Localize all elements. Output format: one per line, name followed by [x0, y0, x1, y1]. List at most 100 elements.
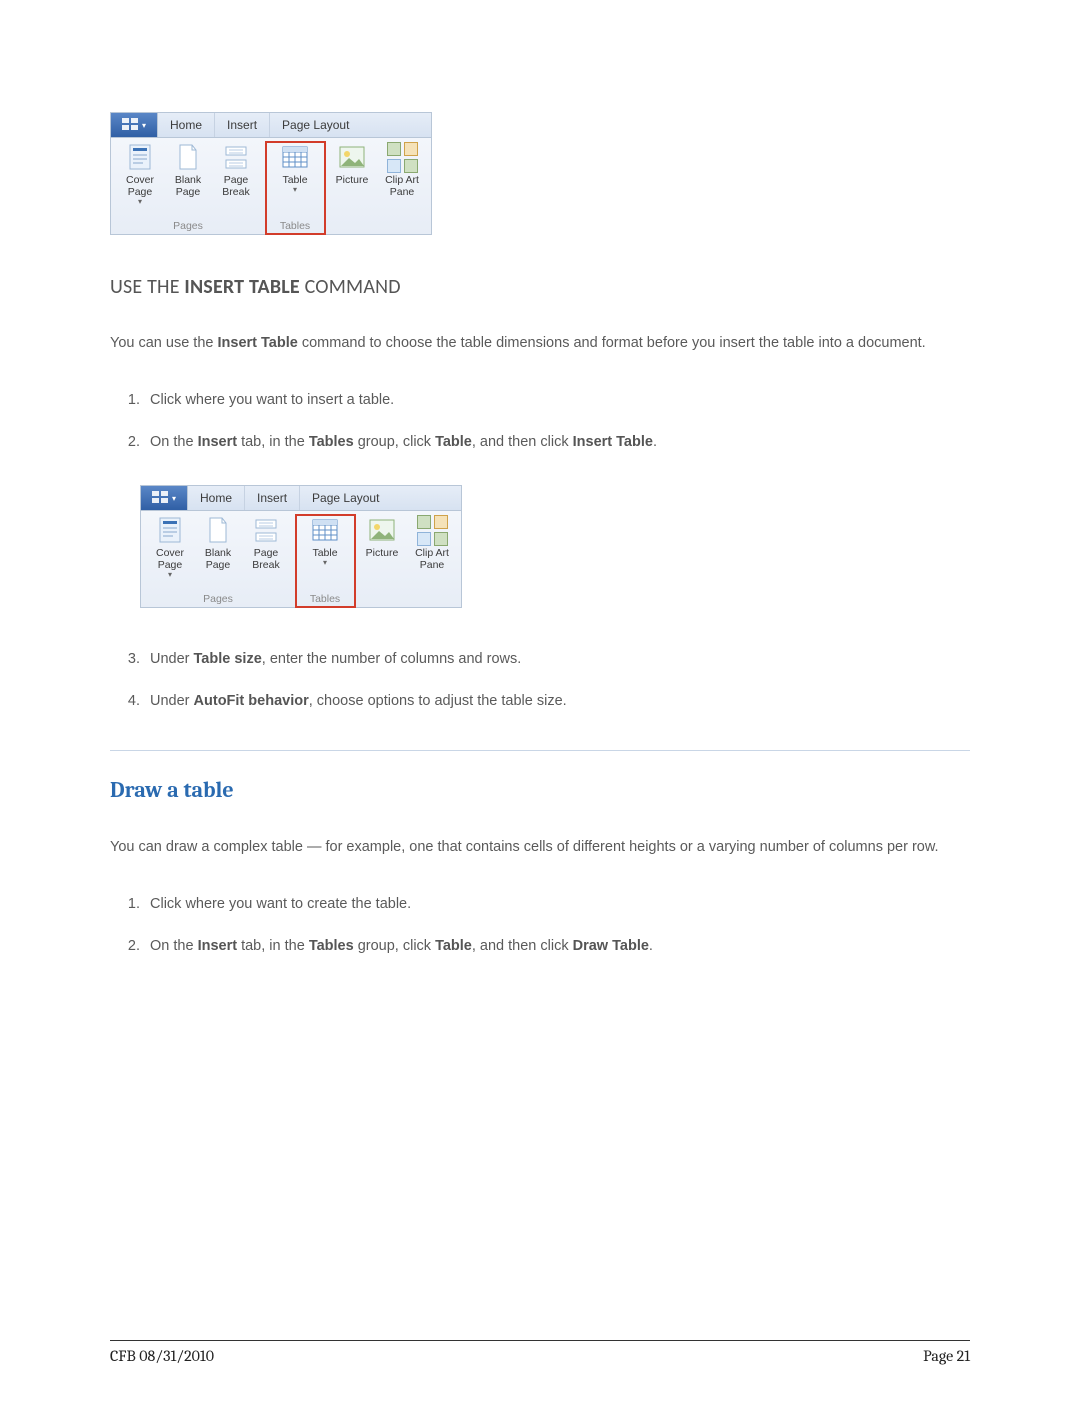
picture-button[interactable]: Picture: [358, 515, 406, 571]
body-text: group, click: [354, 434, 435, 450]
body-text: On the: [150, 434, 198, 450]
chevron-down-icon: ▾: [323, 559, 327, 567]
clip-art-label: Clip Art Pane: [415, 547, 449, 571]
blank-page-icon: [205, 517, 231, 543]
page-break-button[interactable]: Page Break: [212, 142, 260, 206]
group-label-pages: Pages: [203, 593, 233, 607]
clip-art-button[interactable]: Clip Art Pane: [406, 515, 458, 571]
group-label-tables: Tables: [280, 220, 310, 234]
body-text: , enter the number of columns and rows.: [262, 651, 522, 667]
blank-page-button[interactable]: Blank Page: [194, 515, 242, 579]
cover-page-button[interactable]: Cover Page ▾: [116, 142, 164, 206]
chevron-down-icon: ▾: [168, 571, 172, 579]
list-item: On the Insert tab, in the Tables group, …: [144, 421, 970, 463]
cover-page-label: Cover Page: [156, 547, 184, 571]
group-label-pages: Pages: [173, 220, 203, 234]
body-bold: AutoFit behavior: [194, 693, 309, 709]
chevron-down-icon: ▾: [138, 198, 142, 206]
blank-page-label: Blank Page: [205, 547, 231, 571]
body-text: Click where you want to insert a table.: [150, 392, 394, 408]
body-bold: Table: [435, 434, 472, 450]
table-button[interactable]: Table ▾: [301, 515, 349, 567]
body-bold: Table: [435, 938, 472, 954]
picture-label: Picture: [366, 547, 399, 559]
chevron-down-icon: ▾: [172, 494, 176, 503]
body-text: Click where you want to create the table…: [150, 896, 411, 912]
office-icon: [152, 491, 170, 505]
cover-page-icon: [127, 144, 153, 170]
blank-page-icon: [175, 144, 201, 170]
ribbon-group-tables: Table ▾ Tables: [296, 515, 355, 607]
list-item: On the Insert tab, in the Tables group, …: [144, 925, 970, 967]
ribbon-group-illustrations: Picture Clip Art Pane: [325, 142, 431, 234]
body-bold: Draw Table: [573, 938, 649, 954]
ribbon-tabs: ▾ Home Insert Page Layout: [141, 486, 461, 511]
body-text: .: [653, 434, 657, 450]
blank-page-button[interactable]: Blank Page: [164, 142, 212, 206]
ribbon-group-pages: Cover Page ▾ Blank Page: [141, 515, 296, 607]
table-button[interactable]: Table ▾: [271, 142, 319, 194]
blank-page-label: Blank Page: [175, 174, 201, 198]
ribbon-body: Cover Page ▾ Blank Page: [111, 138, 431, 234]
office-button[interactable]: ▾: [111, 113, 158, 137]
cover-page-icon: [157, 517, 183, 543]
heading-text: COMMAND: [300, 275, 401, 299]
tab-page-layout[interactable]: Page Layout: [300, 486, 391, 510]
page-break-label: Page Break: [252, 547, 279, 571]
body-bold: Table size: [194, 651, 262, 667]
body-bold: Tables: [309, 434, 354, 450]
clip-art-icon: [419, 517, 445, 543]
picture-label: Picture: [336, 174, 369, 186]
cover-page-label: Cover Page: [126, 174, 154, 198]
ribbon-group-pages: Cover Page ▾ Blank Page: [111, 142, 266, 234]
tab-insert[interactable]: Insert: [245, 486, 300, 510]
group-label-tables: Tables: [310, 593, 340, 607]
page-break-button[interactable]: Page Break: [242, 515, 290, 579]
page-footer: CFB 08/31/2010 Page 21: [110, 1340, 970, 1365]
table-icon: [312, 517, 338, 543]
footer-right: Page 21: [923, 1347, 970, 1365]
ribbon-body: Cover Page ▾ Blank Page: [141, 511, 461, 607]
cover-page-button[interactable]: Cover Page ▾: [146, 515, 194, 579]
body-bold: Tables: [309, 938, 354, 954]
body-text: On the: [150, 938, 198, 954]
body-text: , and then click: [472, 938, 573, 954]
clip-art-label: Clip Art Pane: [385, 174, 419, 198]
body-text: tab, in the: [237, 938, 309, 954]
body-text: , choose options to adjust the table siz…: [309, 693, 567, 709]
list-item: Click where you want to insert a table.: [144, 379, 970, 421]
footer-left: CFB 08/31/2010: [110, 1347, 214, 1365]
tab-home[interactable]: Home: [158, 113, 215, 137]
table-icon: [282, 144, 308, 170]
page-break-icon: [253, 517, 279, 543]
tab-page-layout[interactable]: Page Layout: [270, 113, 361, 137]
list-item: Under Table size, enter the number of co…: [144, 638, 970, 680]
instruction-list-1: Click where you want to insert a table. …: [110, 379, 970, 463]
tab-insert[interactable]: Insert: [215, 113, 270, 137]
office-button[interactable]: ▾: [141, 486, 188, 510]
body-text: Under: [150, 651, 194, 667]
body-text: Under: [150, 693, 194, 709]
page-break-icon: [223, 144, 249, 170]
heading-bold: INSERT TABLE: [184, 275, 299, 299]
body-bold: Insert Table: [573, 434, 653, 450]
intro-paragraph-2: You can draw a complex table — for examp…: [110, 833, 970, 861]
group-label-illustrations: [407, 593, 410, 607]
body-text: command to choose the table dimensions a…: [298, 335, 926, 351]
picture-button[interactable]: Picture: [328, 142, 376, 198]
body-text: group, click: [354, 938, 435, 954]
instruction-list-2: Click where you want to create the table…: [110, 883, 970, 967]
body-bold: Insert Table: [218, 335, 298, 351]
body-text: , and then click: [472, 434, 573, 450]
heading-text: USE THE: [110, 275, 184, 299]
chevron-down-icon: ▾: [293, 186, 297, 194]
clip-art-button[interactable]: Clip Art Pane: [376, 142, 428, 198]
clip-art-icon: [389, 144, 415, 170]
tab-home[interactable]: Home: [188, 486, 245, 510]
body-bold: Insert: [198, 434, 238, 450]
group-label-illustrations: [377, 220, 380, 234]
ribbon-group-illustrations: Picture Clip Art Pane: [355, 515, 461, 607]
heading-draw-a-table: Draw a table: [110, 777, 970, 803]
body-text: .: [649, 938, 653, 954]
ribbon-screenshot-1: ▾ Home Insert Page Layout Cover Page ▾: [110, 112, 432, 235]
